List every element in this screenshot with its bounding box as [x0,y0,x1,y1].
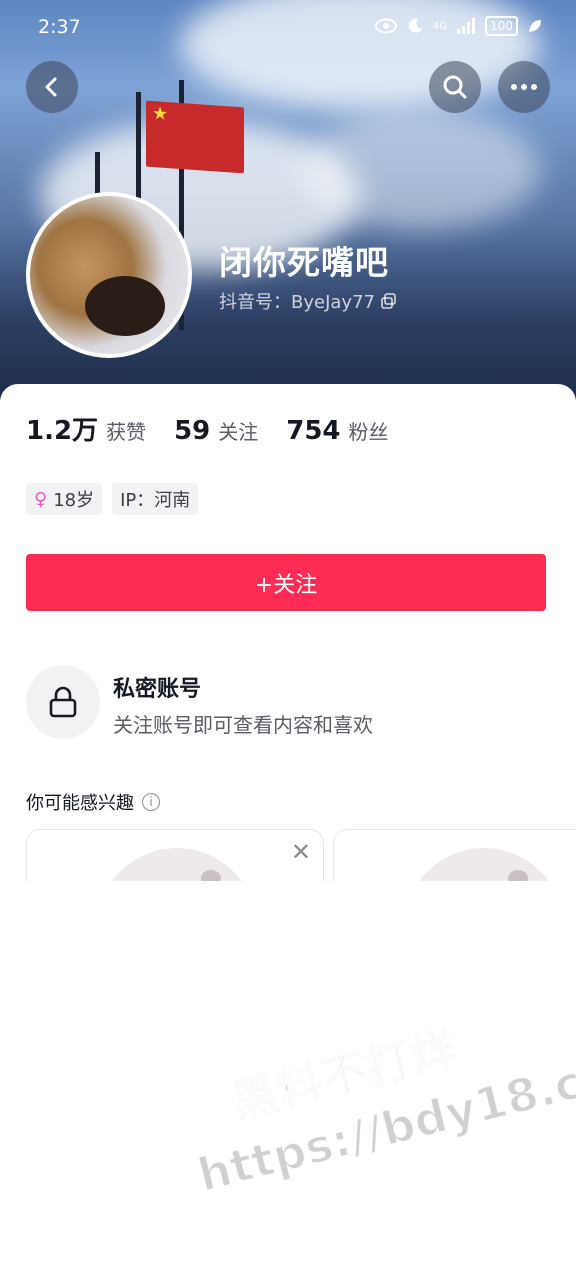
ip-tag: IP：河南 [112,483,199,515]
back-button[interactable] [26,61,78,113]
suggestion-card[interactable]: ✕ [26,829,324,881]
suggestion-avatar-detail [201,870,221,881]
lock-badge [26,665,100,739]
douyin-id-row[interactable]: 抖音号：ByeJay77 [219,288,397,314]
suggestion-avatar [97,848,257,881]
nickname: 闭你死嘴吧 [219,243,389,282]
info-icon[interactable]: i [142,793,160,811]
douyin-id: 抖音号：ByeJay77 [219,292,375,313]
suggestion-card[interactable] [333,829,576,881]
stat-label: 获赞 [106,420,147,444]
private-title: 私密账号 [113,677,202,702]
moon-icon [408,18,422,33]
flag: ★ [146,100,244,174]
avatar-photo-detail [85,276,165,336]
copy-icon[interactable] [381,293,397,309]
more-icon [511,84,537,90]
back-icon [45,77,57,97]
search-icon [443,75,467,99]
status-time: 2:37 [38,16,81,38]
stat-followers[interactable]: 754 粉丝 [286,416,388,446]
close-icon[interactable]: ✕ [291,838,311,866]
age-label: 18岁 [53,490,95,511]
stat-label: 关注 [218,420,259,444]
search-button[interactable] [429,61,481,113]
suggestions-header: 你可能感兴趣 i [26,789,160,815]
signal-label: 4G [432,20,448,32]
avatar[interactable] [26,192,192,358]
eye-icon [374,18,397,34]
stat-value: 1.2万 [26,416,99,446]
cloud [300,110,540,230]
stat-value: 754 [286,416,341,446]
ip-label: IP：河南 [120,490,191,511]
stat-following[interactable]: 59 关注 [174,416,258,446]
stat-value: 59 [174,416,211,446]
more-button[interactable] [498,61,550,113]
leaf-icon [529,20,541,32]
status-icons: 4G 100 [374,16,542,36]
age-tag: ♀ 18岁 [26,483,103,515]
suggestions-title: 你可能感兴趣 [26,793,134,814]
follow-button[interactable]: +关注 [26,554,546,611]
stat-label: 粉丝 [348,420,389,444]
signal-icon [457,18,476,34]
suggestion-avatar-detail [508,870,528,881]
lock-icon [49,686,77,718]
status-bar: 2:37 4G 100 [0,0,576,56]
stats-row: 1.2万 获赞 59 关注 754 粉丝 [26,410,389,447]
suggestion-avatar [404,848,564,881]
profile-tags: ♀ 18岁 IP：河南 [26,483,199,515]
female-icon: ♀ [34,488,48,510]
battery-indicator: 100 [485,16,518,36]
stat-likes[interactable]: 1.2万 获赞 [26,410,146,447]
private-account-notice: 私密账号 关注账号即可查看内容和喜欢 [26,665,546,741]
private-description: 关注账号即可查看内容和喜欢 [113,713,373,737]
